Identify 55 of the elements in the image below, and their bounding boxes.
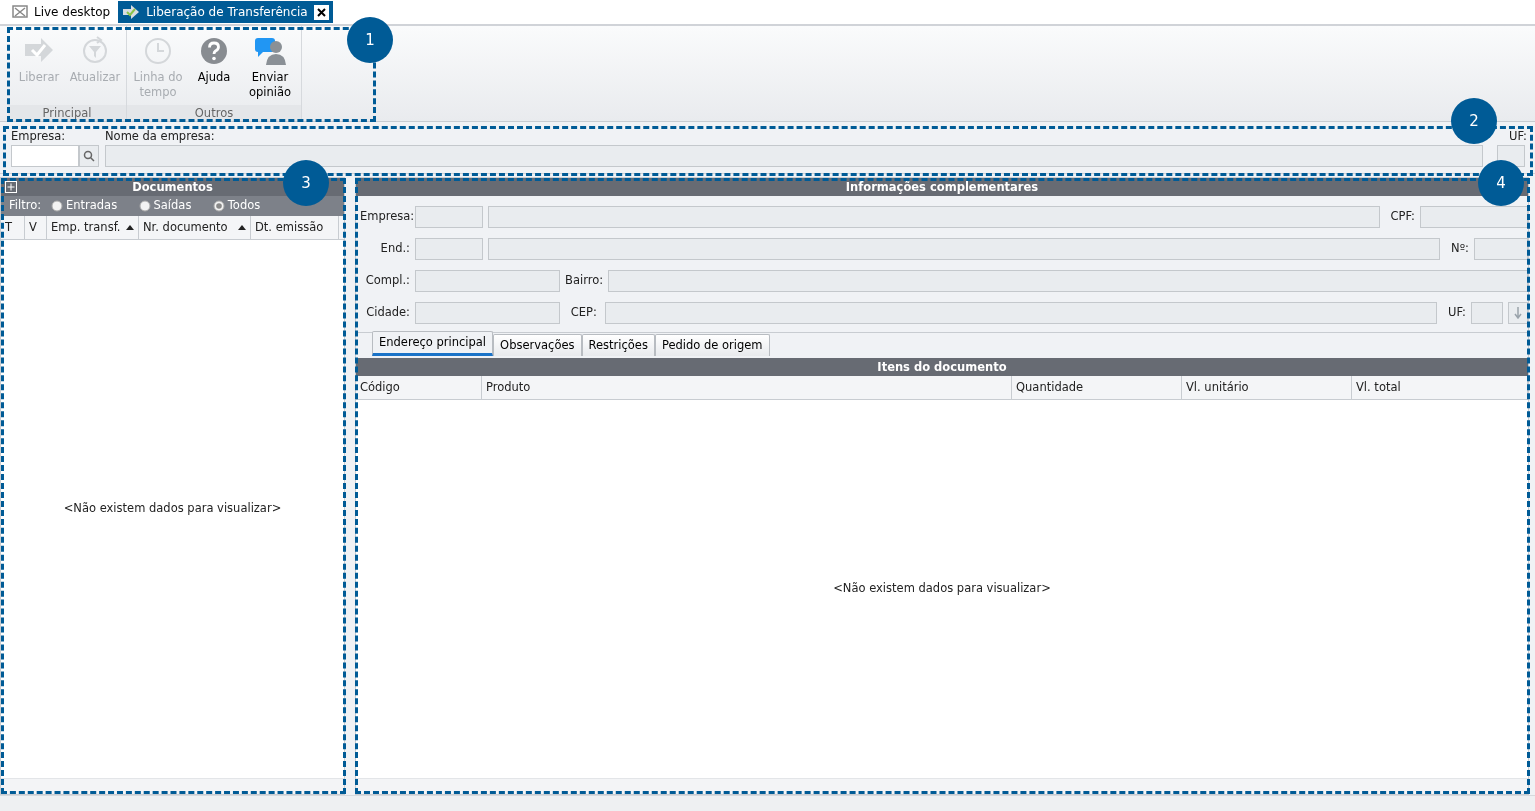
expand-icon[interactable] [5, 181, 17, 193]
search-icon [83, 150, 95, 163]
field-label: Nome da empresa: [105, 128, 216, 145]
column-header[interactable]: Emp. transf. [47, 216, 139, 239]
close-icon[interactable] [313, 4, 329, 20]
filter-label: Filtro: [9, 197, 42, 215]
panel-title: Itens do documento [877, 360, 1007, 374]
column-header[interactable]: Dt. emissão [251, 216, 339, 239]
scrollbar[interactable] [0, 795, 1535, 811]
column-header[interactable]: Código [356, 376, 482, 399]
tab[interactable]: Endereço principal [372, 330, 494, 356]
clock-icon [142, 36, 174, 66]
tab[interactable]: Observações [493, 333, 582, 356]
column-header[interactable]: Vl. total [1352, 376, 1528, 399]
group-label: Principal [8, 105, 126, 121]
group-label: Outros [127, 105, 301, 121]
empty-message: <Não existem dados para visualizar> [833, 580, 1051, 598]
column-header[interactable]: T [1, 216, 25, 239]
field-label: CEP: [570, 304, 597, 322]
field-label: Cidade: [365, 304, 410, 322]
field-label: End.: [379, 240, 410, 258]
desktop-icon [12, 4, 28, 20]
down-arrow-icon [1514, 307, 1522, 319]
toolbar-button[interactable]: Ajuda [187, 34, 241, 105]
field-label: UF: [1448, 304, 1466, 322]
column-header[interactable]: V [25, 216, 47, 239]
search-button[interactable] [79, 145, 99, 168]
field-label: Nº: [1451, 240, 1469, 258]
sort-icon [126, 225, 134, 230]
field-label: CPF: [1390, 208, 1415, 226]
panel-title: Informações complementares [845, 180, 1039, 194]
arrow-icon [122, 4, 141, 20]
radio-option[interactable]: Entradas [51, 197, 118, 215]
chat-person-icon [254, 36, 286, 66]
panel-title: Documentos [132, 180, 213, 194]
tab[interactable]: Restrições [581, 333, 655, 356]
sort-icon [238, 225, 246, 230]
empty-message: <Não existem dados para visualizar> [63, 500, 282, 518]
toolbar-button[interactable]: Enviar opinião [243, 34, 297, 105]
radio-option[interactable]: Saídas [138, 197, 192, 215]
input-field[interactable] [11, 145, 79, 168]
field-label: Empresa: [11, 128, 67, 145]
column-header[interactable]: Vl. unitário [1182, 376, 1352, 399]
column-header[interactable]: Produto [482, 376, 1012, 399]
field-label: Bairro: [565, 272, 604, 290]
column-header[interactable]: Nr. documento [139, 216, 251, 239]
column-header[interactable]: Quantidade [1012, 376, 1182, 399]
document-tab[interactable]: Liberação de Transferência [118, 1, 333, 23]
tab[interactable]: Pedido de origem [654, 333, 770, 356]
down-button[interactable] [1508, 302, 1528, 324]
field-label: UF: [1508, 128, 1527, 145]
radio-option[interactable]: Todos [212, 197, 261, 215]
document-tab[interactable]: Live desktop [8, 1, 115, 23]
help-icon [198, 36, 230, 66]
field-label: Compl.: [364, 272, 410, 290]
